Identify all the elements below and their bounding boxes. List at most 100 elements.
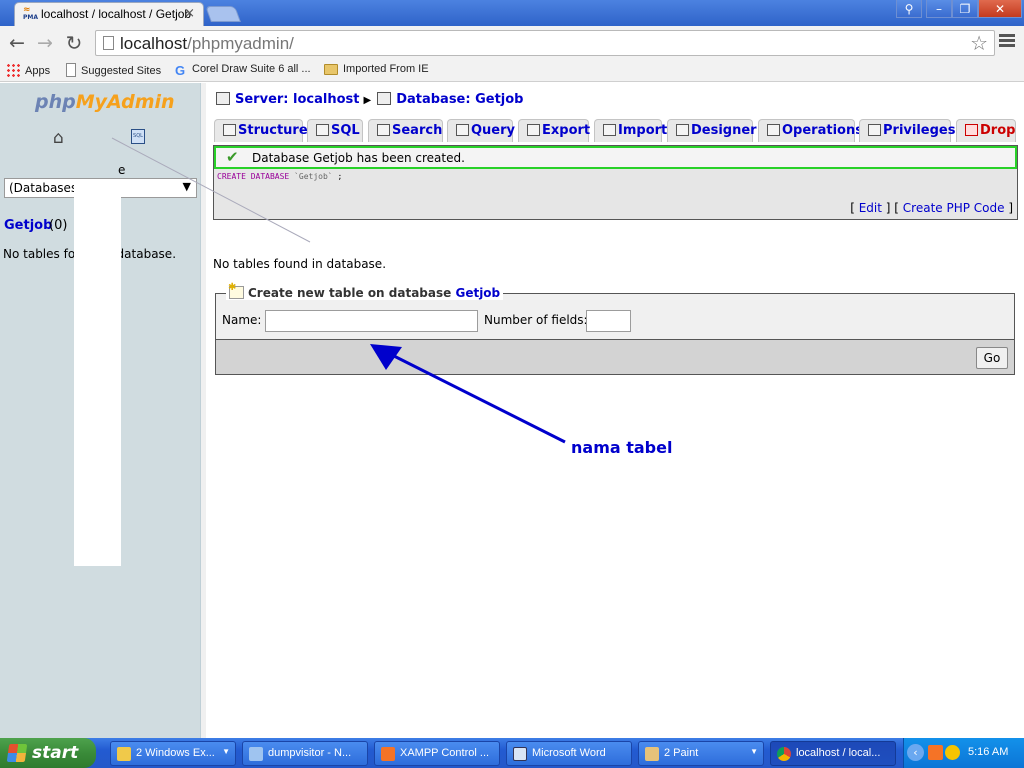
messenger-tray-icon[interactable] bbox=[945, 745, 960, 760]
server-icon bbox=[216, 92, 230, 105]
search-icon bbox=[377, 124, 390, 136]
browser-toolbar: ← → ↻ localhost/phpmyadmin/ ☆ bbox=[0, 26, 1024, 60]
database-icon bbox=[377, 92, 392, 105]
annotation-text: nama tabel bbox=[571, 438, 673, 457]
dropdown-arrow-icon: ▼ bbox=[182, 180, 191, 193]
start-button[interactable]: start bbox=[0, 738, 96, 768]
system-tray: ‹ 5:16 AM bbox=[903, 738, 1024, 768]
export-icon bbox=[527, 124, 540, 136]
create-table-footer: Go bbox=[216, 339, 1014, 374]
bookmark-corel[interactable]: G Corel Draw Suite 6 all ... bbox=[175, 63, 311, 78]
word-icon bbox=[513, 747, 527, 761]
designer-icon bbox=[676, 124, 689, 136]
table-count: (0) bbox=[49, 218, 68, 233]
chrome-icon bbox=[777, 747, 791, 761]
new-table-icon bbox=[228, 282, 244, 299]
tab-sql[interactable]: SQL bbox=[307, 119, 363, 142]
restore-button[interactable]: ❐ bbox=[952, 0, 978, 18]
page-icon bbox=[103, 36, 114, 50]
number-of-fields-label: Number of fields: bbox=[484, 313, 588, 327]
success-message: ✔ Database Getjob has been created. bbox=[214, 146, 1017, 169]
google-icon: G bbox=[175, 63, 186, 78]
database-link-getjob[interactable]: Getjob bbox=[4, 218, 52, 233]
breadcrumb: Server: localhost ▶ Database: Getjob bbox=[216, 92, 524, 107]
close-window-button[interactable]: ✕ bbox=[978, 0, 1022, 18]
folder-icon bbox=[324, 64, 338, 75]
bookmark-imported-from-ie[interactable]: Imported From IE bbox=[324, 63, 429, 75]
tab-title: localhost / localhost / Getjob bbox=[41, 7, 192, 21]
tab-import[interactable]: Import bbox=[594, 119, 667, 142]
tab-close-icon[interactable]: × bbox=[184, 6, 195, 21]
taskbar-item-notepad[interactable]: dumpvisitor - N... bbox=[242, 741, 368, 766]
create-php-code-link[interactable]: Create PHP Code bbox=[903, 201, 1005, 215]
browser-tab[interactable]: ≈ PMA localhost / localhost / Getjob × bbox=[14, 2, 204, 26]
database-label: e bbox=[118, 163, 126, 177]
sql-query-text: CREATE DATABASE `Getjob` ; bbox=[217, 172, 343, 181]
browser-titlebar: ≈ PMA localhost / localhost / Getjob × ⚲ … bbox=[0, 0, 1024, 26]
taskbar-item-xampp[interactable]: XAMPP Control ... bbox=[374, 741, 500, 766]
server-link[interactable]: Server: localhost bbox=[235, 92, 359, 107]
edit-link[interactable]: Edit bbox=[859, 201, 882, 215]
import-icon bbox=[603, 124, 616, 136]
group-arrow-icon: ▼ bbox=[750, 747, 758, 756]
minimize-button[interactable]: – bbox=[926, 0, 952, 18]
paint-icon bbox=[645, 747, 659, 761]
apps-grid-icon bbox=[6, 63, 20, 77]
tab-operations[interactable]: Operations bbox=[758, 119, 863, 142]
home-icon[interactable]: ⌂ bbox=[53, 128, 64, 148]
bookmark-apps[interactable]: Apps bbox=[6, 63, 50, 77]
left-navigation-frame: phpMyAdmin ⌂ SQL e (Databases ▼ Getjob (0… bbox=[0, 83, 200, 738]
sql-icon bbox=[316, 124, 329, 136]
drop-icon bbox=[965, 124, 978, 136]
query-window-icon[interactable]: SQL bbox=[131, 129, 145, 144]
taskbar-item-chrome[interactable]: localhost / local... bbox=[770, 741, 896, 766]
database-tabs: Structure SQL Search Query Export Import… bbox=[214, 119, 1018, 143]
phpmyadmin-logo[interactable]: phpMyAdmin bbox=[35, 91, 175, 113]
group-arrow-icon: ▼ bbox=[222, 747, 230, 756]
number-of-fields-input[interactable] bbox=[586, 310, 631, 332]
bookmark-suggested-sites[interactable]: Suggested Sites bbox=[66, 63, 161, 77]
reload-icon[interactable]: ↻ bbox=[63, 32, 85, 54]
breadcrumb-arrow-icon: ▶ bbox=[363, 95, 372, 106]
tab-drop[interactable]: Drop bbox=[956, 119, 1016, 142]
go-button[interactable]: Go bbox=[976, 347, 1008, 369]
bookmark-star-icon[interactable]: ☆ bbox=[970, 31, 988, 55]
phpmyadmin-favicon-icon: ≈ PMA bbox=[23, 5, 39, 22]
table-name-input[interactable] bbox=[265, 310, 478, 332]
query-links: [ Edit ] [ Create PHP Code ] bbox=[850, 201, 1013, 215]
query-icon bbox=[456, 124, 469, 136]
tab-search[interactable]: Search bbox=[368, 119, 443, 142]
back-arrow-icon[interactable]: ← bbox=[6, 32, 28, 54]
taskbar-item-windows-explorer[interactable]: 2 Windows Ex... ▼ bbox=[110, 741, 236, 766]
notepad-icon bbox=[249, 747, 263, 761]
structure-icon bbox=[223, 124, 236, 136]
xampp-icon bbox=[381, 747, 395, 761]
database-link[interactable]: Database: Getjob bbox=[396, 92, 523, 107]
tab-structure[interactable]: Structure bbox=[214, 119, 308, 142]
checkmark-icon: ✔ bbox=[226, 148, 239, 166]
no-tables-text: No tables found in database. bbox=[213, 257, 387, 271]
page-icon bbox=[66, 63, 76, 77]
xampp-tray-icon[interactable] bbox=[928, 745, 943, 760]
create-table-form: Create new table on database Getjob Name… bbox=[215, 282, 1015, 375]
clock[interactable]: 5:16 AM bbox=[968, 746, 1008, 758]
tab-designer[interactable]: Designer bbox=[667, 119, 757, 142]
show-hidden-icons-icon[interactable]: ‹ bbox=[907, 744, 924, 761]
taskbar-item-word[interactable]: Microsoft Word bbox=[506, 741, 632, 766]
windows-flag-icon bbox=[6, 744, 28, 762]
chrome-menu-icon[interactable] bbox=[999, 32, 1015, 49]
tab-privileges[interactable]: Privileges bbox=[859, 119, 955, 142]
forward-arrow-icon[interactable]: → bbox=[34, 32, 56, 54]
address-bar[interactable]: localhost/phpmyadmin/ ☆ bbox=[95, 30, 995, 56]
tab-export[interactable]: Export bbox=[518, 119, 590, 142]
url-text[interactable]: localhost/phpmyadmin/ bbox=[120, 34, 294, 54]
frame-divider[interactable] bbox=[200, 83, 206, 738]
new-tab-button[interactable] bbox=[205, 6, 241, 22]
windows-taskbar: start 2 Windows Ex... ▼ dumpvisitor - N..… bbox=[0, 738, 1024, 768]
create-table-legend: Create new table on database Getjob bbox=[226, 282, 504, 300]
query-result-box: ✔ Database Getjob has been created. CREA… bbox=[213, 145, 1018, 220]
user-icon[interactable]: ⚲ bbox=[896, 0, 922, 18]
operations-icon bbox=[767, 124, 780, 136]
tab-query[interactable]: Query bbox=[447, 119, 515, 142]
taskbar-item-paint[interactable]: 2 Paint ▼ bbox=[638, 741, 764, 766]
